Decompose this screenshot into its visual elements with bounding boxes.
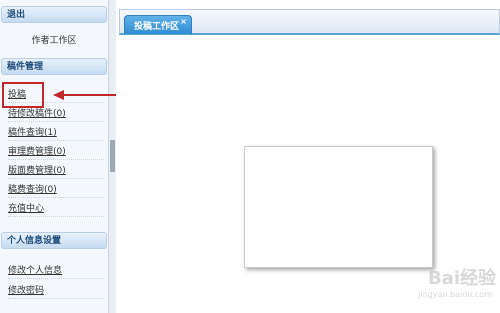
tab-submit-workspace[interactable]: 投稿工作区 × (124, 15, 192, 34)
sidebar-item-pending-revision[interactable]: 待修改稿件(0) (8, 106, 104, 122)
close-icon[interactable]: × (180, 17, 187, 26)
sidebar-item-royalty-query[interactable]: 稿费查询(0) (8, 182, 104, 198)
tab-label: 投稿工作区 (134, 22, 180, 32)
sidebar: 退出 作者工作区 稿件管理 投稿 待修改稿件(0) 稿件查询(1) 审理费管理(… (0, 0, 111, 313)
content-loading-box (244, 146, 433, 268)
main-content: 投稿工作区 × (116, 0, 500, 313)
sidebar-item-recharge-center[interactable]: 充值中心 (8, 201, 104, 217)
sidebar-item-edit-profile[interactable]: 修改个人信息 (8, 263, 104, 279)
sidebar-item-review-fee[interactable]: 审理费管理(0) (8, 144, 104, 160)
manuscript-management-header[interactable]: 稿件管理 (1, 58, 107, 75)
logout-header[interactable]: 退出 (1, 6, 107, 23)
author-workspace-link[interactable]: 作者工作区 (0, 33, 108, 46)
sidebar-item-page-fee[interactable]: 版面费管理(0) (8, 163, 104, 179)
tab-bar: 投稿工作区 × (119, 9, 500, 35)
personal-settings-header[interactable]: 个人信息设置 (1, 232, 107, 249)
sidebar-scrollbar[interactable] (108, 0, 116, 313)
sidebar-item-manuscript-query[interactable]: 稿件查询(1) (8, 125, 104, 141)
annotation-highlight-box (2, 82, 44, 108)
sidebar-item-change-password[interactable]: 修改密码 (8, 283, 104, 299)
scrollbar-thumb[interactable] (110, 140, 115, 172)
